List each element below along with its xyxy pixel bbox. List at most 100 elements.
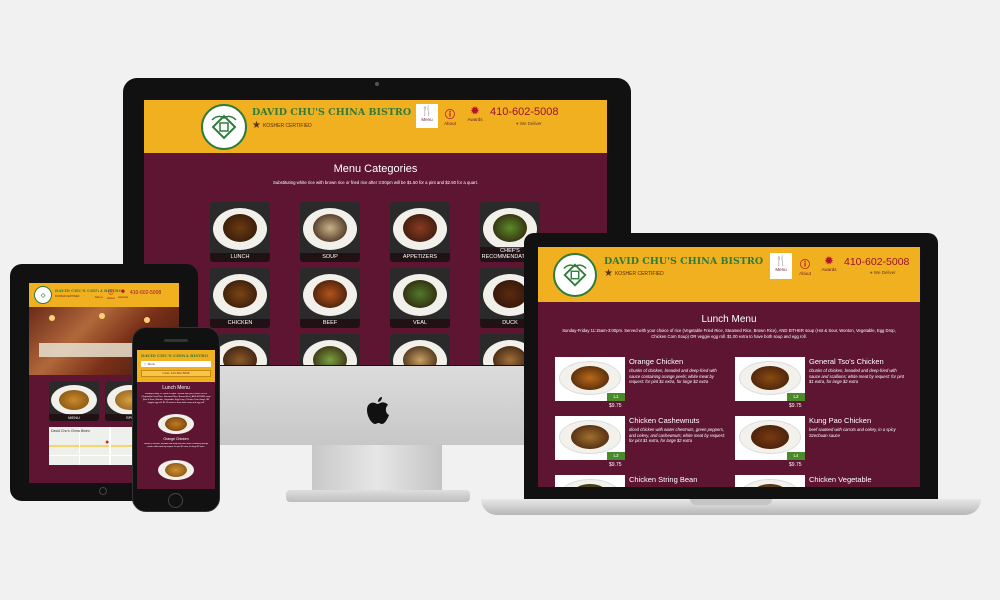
dish-food [571, 366, 609, 390]
laptop-notch [690, 499, 772, 505]
nav-menu[interactable]: 🍴 Menu [416, 104, 438, 128]
restaurant-logo-icon[interactable] [553, 253, 597, 297]
info-icon: ⓘ [800, 260, 810, 271]
lunch-menu-section: Lunch Menu Sunday-Friday 11:15am-3:00pm.… [538, 302, 920, 487]
nav-about-label: About [799, 271, 811, 276]
kosher-label: KOSHER CERTIFIED [262, 122, 312, 129]
lunch-item[interactable]: Chicken Vegetable [735, 475, 907, 487]
category-tile[interactable] [390, 334, 450, 365]
kosher-label: KOSHER CERTIFIED [55, 295, 80, 298]
category-tile[interactable] [300, 334, 360, 365]
nav-awards-label: Awards [118, 295, 128, 299]
nav-about[interactable]: ⓘ About [794, 253, 816, 279]
phone-speaker [164, 339, 188, 342]
phone-home-button [168, 493, 183, 508]
item-name: Chicken Vegetable [809, 475, 872, 484]
tile-menu[interactable]: MENU [49, 381, 99, 421]
dish-food [493, 214, 527, 242]
kosher-certified: ★ KOSHER CERTIFIED [604, 268, 664, 279]
kosher-label: KOSHER CERTIFIED [614, 270, 664, 277]
kosher-certified: ★ KOSHER CERTIFIED [252, 120, 312, 131]
item-code-badge: L1 [607, 393, 625, 401]
phone-number[interactable]: 410-602-5008 [490, 106, 559, 118]
dish-food [751, 425, 789, 449]
page-subtitle: Sunday-Friday 11:15am-3:00pm. Served wit… [562, 328, 896, 340]
category-label: SOUP [300, 253, 360, 262]
lunch-item[interactable]: L4 Kung Pao Chicken beef sauteed with carr… [735, 416, 907, 472]
dish-food [223, 280, 257, 308]
site-header: DAVID CHU'S CHINA BISTRO ★ KOSHER CERTIFI… [144, 100, 607, 153]
category-tile[interactable]: BEEF [300, 268, 360, 328]
page-subtitle: Substituting white rice with brown rice … [273, 180, 478, 185]
menu-toggle[interactable]: 🍴 Menu [141, 361, 211, 367]
category-tile[interactable]: VEAL [390, 268, 450, 328]
lunch-item[interactable]: L1 Orange Chicken chunks of chicken, bread… [555, 357, 727, 413]
item-name: Chicken String Bean [629, 475, 698, 484]
dish-food [493, 280, 527, 308]
star-icon: ★ [604, 268, 613, 279]
item-price: $9.75 [609, 403, 622, 409]
lunch-item[interactable]: L3 Chicken Cashewnuts diced chicken with w… [555, 416, 727, 472]
item-name: Orange Chicken [629, 357, 684, 366]
location-link[interactable]: ⌖ We Deliver [870, 270, 896, 275]
site-header: DAVID CHU'S CHINA BISTRO CALL 410-602-50… [137, 350, 215, 382]
fork-knife-icon: 🍴 [420, 106, 434, 117]
category-label: BEEF [300, 319, 360, 328]
award-icon: ✹ [824, 256, 834, 267]
info-icon: ⓘ [445, 110, 455, 121]
nav-about-label: About [107, 296, 115, 300]
nav-menu[interactable]: 🍴 Menu [95, 289, 103, 299]
dish-food [403, 214, 437, 242]
nav-menu[interactable]: 🍴 Menu [770, 253, 792, 279]
phone-number[interactable]: 410-602-5008 [844, 256, 909, 268]
category-tile[interactable]: APPETIZERS [390, 202, 450, 262]
brand-name[interactable]: DAVID CHU'S CHINA BISTRO [604, 256, 763, 267]
nav-awards[interactable]: ✹ Awards [816, 253, 842, 279]
site-header: DAVID CHU'S CHINA BISTRO ★ KOSHER CERTIFI… [538, 247, 920, 302]
dish-food [313, 280, 347, 308]
phone-number[interactable]: 410-602-5008 [130, 290, 161, 296]
restaurant-logo-icon[interactable]: ◇ [34, 286, 52, 304]
map-pin-icon: ● [105, 439, 110, 446]
nav-awards[interactable]: ✹ Awards [462, 104, 488, 128]
dish-food [751, 366, 789, 390]
restaurant-logo-icon[interactable] [201, 104, 247, 150]
nav-menu-label: Menu [421, 117, 433, 122]
nav-menu-label: Menu [95, 295, 103, 299]
site-header: ◇ DAVID CHU'S CHINA BISTRO KOSHER CERTIF… [29, 283, 179, 307]
nav-menu-label: Menu [775, 267, 787, 272]
page-title: Menu Categories [333, 163, 418, 175]
category-tile[interactable]: LUNCH [210, 202, 270, 262]
item-code-badge: L2 [787, 393, 805, 401]
location-link[interactable]: ⌖ We Deliver [516, 121, 542, 126]
fork-knife-icon: 🍴 [774, 256, 788, 267]
category-tile[interactable]: SOUP [300, 202, 360, 262]
item-price: $9.75 [609, 462, 622, 468]
item-description: chunks of chicken, breaded and deep-frie… [629, 368, 717, 385]
item-code-badge: L4 [787, 452, 805, 460]
call-button[interactable]: CALL 410-602-5008 [141, 370, 211, 377]
lunch-item[interactable]: L2 General Tso's Chicken chunks of chicken… [735, 357, 907, 413]
item-name: General Tso's Chicken [809, 357, 884, 366]
phone-body: Lunch Menu Sunday-Friday 11:15am-3:00pm.… [137, 382, 215, 489]
item-price: $9.75 [789, 462, 802, 468]
item-description: beef sauteed with carrots and celery, in… [809, 427, 896, 438]
phone-screen: DAVID CHU'S CHINA BISTRO CALL 410-602-50… [137, 350, 215, 489]
category-label: APPETIZERS [390, 253, 450, 262]
category-label: LUNCH [210, 253, 270, 262]
dish-food [223, 214, 257, 242]
nav-awards-label: Awards [467, 117, 483, 122]
brand-name[interactable]: DAVID CHU'S CHINA BISTRO [252, 107, 411, 118]
location-label: We Deliver [873, 270, 896, 275]
category-tile[interactable]: CHICKEN [210, 268, 270, 328]
item-description: chunks of chicken, breaded and deep-frie… [809, 368, 904, 385]
nav-awards[interactable]: ✹ Awards [118, 289, 128, 299]
nav-about[interactable]: ⓘ About [439, 104, 461, 128]
tablet-home-button [99, 487, 107, 495]
page-subtitle: Sunday-Friday 11:15am-3:00pm. Served wit… [141, 393, 211, 405]
nav-about[interactable]: ⓘ About [107, 289, 115, 300]
dish-food [165, 417, 187, 431]
page-title: Lunch Menu [162, 385, 190, 391]
lunch-item[interactable]: Chicken String Bean [555, 475, 727, 487]
brand-name[interactable]: DAVID CHU'S CHINA BISTRO [141, 353, 208, 358]
